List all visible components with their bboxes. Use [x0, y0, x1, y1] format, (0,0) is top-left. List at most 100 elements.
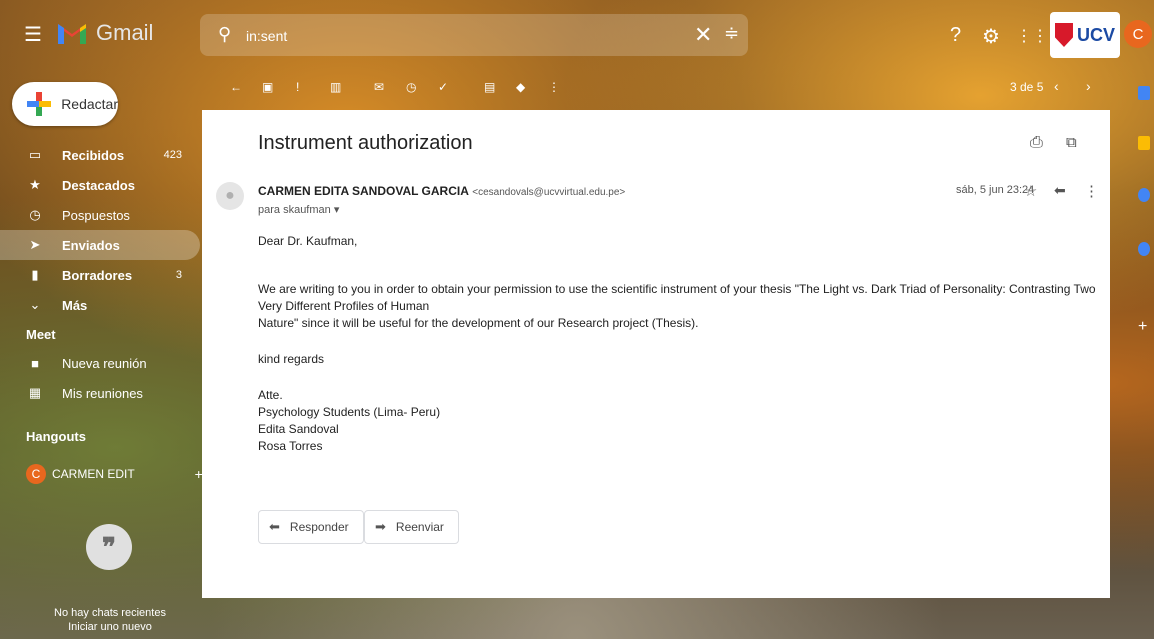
video-icon: ■: [31, 355, 39, 371]
search-options-icon[interactable]: ≑: [724, 23, 739, 44]
hangouts-user[interactable]: C CARMEN EDIT +: [26, 464, 203, 484]
label-icon[interactable]: ◆: [516, 80, 530, 94]
sidebar-item-destacados[interactable]: ★ Destacados: [0, 170, 200, 200]
signature: Atte. Psychology Students (Lima- Peru) E…: [258, 387, 440, 455]
ucv-logo-text: UCV: [1076, 25, 1115, 45]
hangouts-user-avatar: C: [26, 464, 46, 484]
sidebar-item-mas[interactable]: ⌄ Más: [0, 290, 200, 320]
hangouts-section-title: Hangouts: [26, 428, 86, 444]
draft-icon: ▮: [31, 267, 39, 282]
gmail-wordmark: Gmail: [96, 20, 154, 45]
draft-count: 3: [175, 269, 182, 281]
meet-new-meeting[interactable]: ■ Nueva reunión: [0, 348, 200, 378]
signature-line: Rosa Torres: [258, 439, 323, 453]
archive-icon[interactable]: ▣: [262, 80, 276, 94]
sidebar-item-label: Pospuestos: [62, 207, 130, 223]
sidebar-item-label: Destacados: [62, 177, 135, 193]
older-arrow-icon[interactable]: ›: [1086, 78, 1091, 94]
message-pane: Instrument authorization ⎙ ⧉ ● CARMEN ED…: [202, 110, 1110, 598]
meet-section-title: Meet: [26, 326, 56, 342]
print-icon[interactable]: ⎙: [1030, 134, 1048, 152]
account-avatar[interactable]: C: [1124, 20, 1152, 48]
delete-icon[interactable]: ▥: [330, 80, 344, 94]
gmail-logo[interactable]: Gmail: [56, 20, 153, 46]
tasks-icon[interactable]: [1138, 188, 1150, 202]
body-paragraph: We are writing to you in order to obtain…: [258, 281, 1118, 332]
search-icon[interactable]: ⚲: [218, 24, 236, 44]
back-arrow-icon[interactable]: ←: [230, 80, 244, 94]
more-options-icon[interactable]: ⋮: [548, 80, 562, 94]
sender-line: CARMEN EDITA SANDOVAL GARCIA <cesandoval…: [258, 184, 625, 198]
sidebar-item-label: Más: [62, 297, 88, 313]
organization-logo[interactable]: UCV: [1050, 12, 1120, 58]
report-spam-icon[interactable]: !: [296, 80, 310, 94]
signature-line: Atte.: [258, 388, 283, 402]
body-line: Nature" since it will be useful for the …: [258, 316, 699, 330]
sidebar-item-label: Borradores: [62, 267, 133, 283]
clear-search-icon[interactable]: ✕: [694, 22, 712, 48]
help-icon[interactable]: ?: [950, 24, 961, 47]
add-task-icon[interactable]: ✓: [438, 80, 452, 94]
reply-label: Responder: [289, 520, 349, 534]
settings-gear-icon[interactable]: ⚙: [982, 24, 1000, 49]
keep-icon[interactable]: [1138, 136, 1150, 150]
page-count: 3 de 5: [1010, 80, 1044, 94]
compose-plus-icon: [24, 89, 53, 119]
signature-line: Psychology Students (Lima- Peru): [258, 405, 441, 419]
hangouts-user-name: CARMEN EDIT: [52, 467, 135, 481]
reply-button[interactable]: ⬅ Responder: [258, 510, 364, 544]
meet-my-meetings[interactable]: ▦ Mis reuniones: [0, 378, 200, 408]
sidebar-item-borradores[interactable]: ▮ Borradores 3: [0, 260, 200, 290]
greeting: Dear Dr. Kaufman,: [258, 234, 358, 248]
move-to-icon[interactable]: ▤: [484, 80, 498, 94]
forward-label: Reenviar: [395, 520, 444, 534]
sender-email: <cesandovals@ucvvirtual.edu.pe>: [472, 187, 626, 198]
meet-item-label: Mis reuniones: [62, 385, 143, 401]
calendar-icon[interactable]: [1138, 86, 1150, 100]
compose-label: Redactar: [61, 96, 118, 112]
compose-button[interactable]: Redactar: [12, 82, 118, 126]
hamburger-menu-icon[interactable]: ☰: [24, 25, 42, 45]
start-new-chat-link[interactable]: Iniciar uno nuevo: [40, 620, 180, 634]
sidebar-item-recibidos[interactable]: ▭ Recibidos 423: [0, 140, 200, 170]
top-bar: ☰ Gmail ⚲ ✕ ≑ ? ⚙ ⋮⋮⋮ UCV C: [0, 0, 1154, 70]
more-vert-icon[interactable]: ⋮: [1084, 182, 1099, 200]
add-addon-icon[interactable]: +: [1138, 319, 1150, 335]
message-subject: Instrument authorization: [258, 132, 473, 154]
star-icon: ★: [29, 177, 41, 192]
reply-icon[interactable]: ⬅: [1054, 182, 1066, 199]
sidebar-item-label: Recibidos: [62, 147, 125, 163]
snooze-icon[interactable]: ◷: [406, 80, 420, 94]
gmail-m-icon: [58, 24, 86, 44]
chevron-down-icon: ▾: [333, 204, 340, 216]
forward-button[interactable]: ➡ Reenviar: [364, 510, 459, 544]
ucv-shield-icon: [1054, 23, 1073, 47]
calendar-icon: ▦: [28, 385, 42, 400]
regards: kind regards: [258, 352, 325, 366]
no-chats-message: No hay chats recientes Iniciar uno nuevo: [40, 606, 180, 634]
forward-arrow-icon: ➡: [375, 519, 386, 534]
search-bar[interactable]: ⚲ ✕ ≑: [200, 14, 748, 56]
recipient-dropdown[interactable]: para skaufman ▾: [258, 203, 339, 216]
signature-line: Edita Sandoval: [258, 422, 339, 436]
reply-arrow-icon: ⬅: [269, 519, 280, 534]
sidebar-item-label: Enviados: [62, 237, 120, 253]
clock-icon: ◷: [29, 207, 41, 222]
contacts-icon[interactable]: [1138, 242, 1150, 256]
star-icon[interactable]: ☆: [1024, 182, 1037, 200]
body-line: We are writing to you in order to obtain…: [258, 282, 1096, 313]
unread-count: 423: [163, 149, 182, 161]
sender-avatar-icon: ●: [216, 182, 244, 210]
chat-bubble-icon: ❞: [86, 524, 132, 570]
sidebar-item-enviados[interactable]: ➤ Enviados: [0, 230, 200, 260]
open-new-window-icon[interactable]: ⧉: [1066, 134, 1084, 152]
sidebar: ▭ Recibidos 423 ★ Destacados ◷ Pospuesto…: [0, 140, 200, 450]
meet-item-label: Nueva reunión: [62, 355, 147, 371]
search-input[interactable]: [244, 24, 668, 48]
sender-name: CARMEN EDITA SANDOVAL GARCIA: [258, 184, 469, 198]
mark-unread-icon[interactable]: ✉: [374, 80, 388, 94]
newer-arrow-icon[interactable]: ‹: [1054, 78, 1059, 94]
sidebar-item-pospuestos[interactable]: ◷ Pospuestos: [0, 200, 200, 230]
side-panel: +: [1132, 70, 1154, 370]
no-chats-text: No hay chats recientes: [54, 607, 166, 619]
